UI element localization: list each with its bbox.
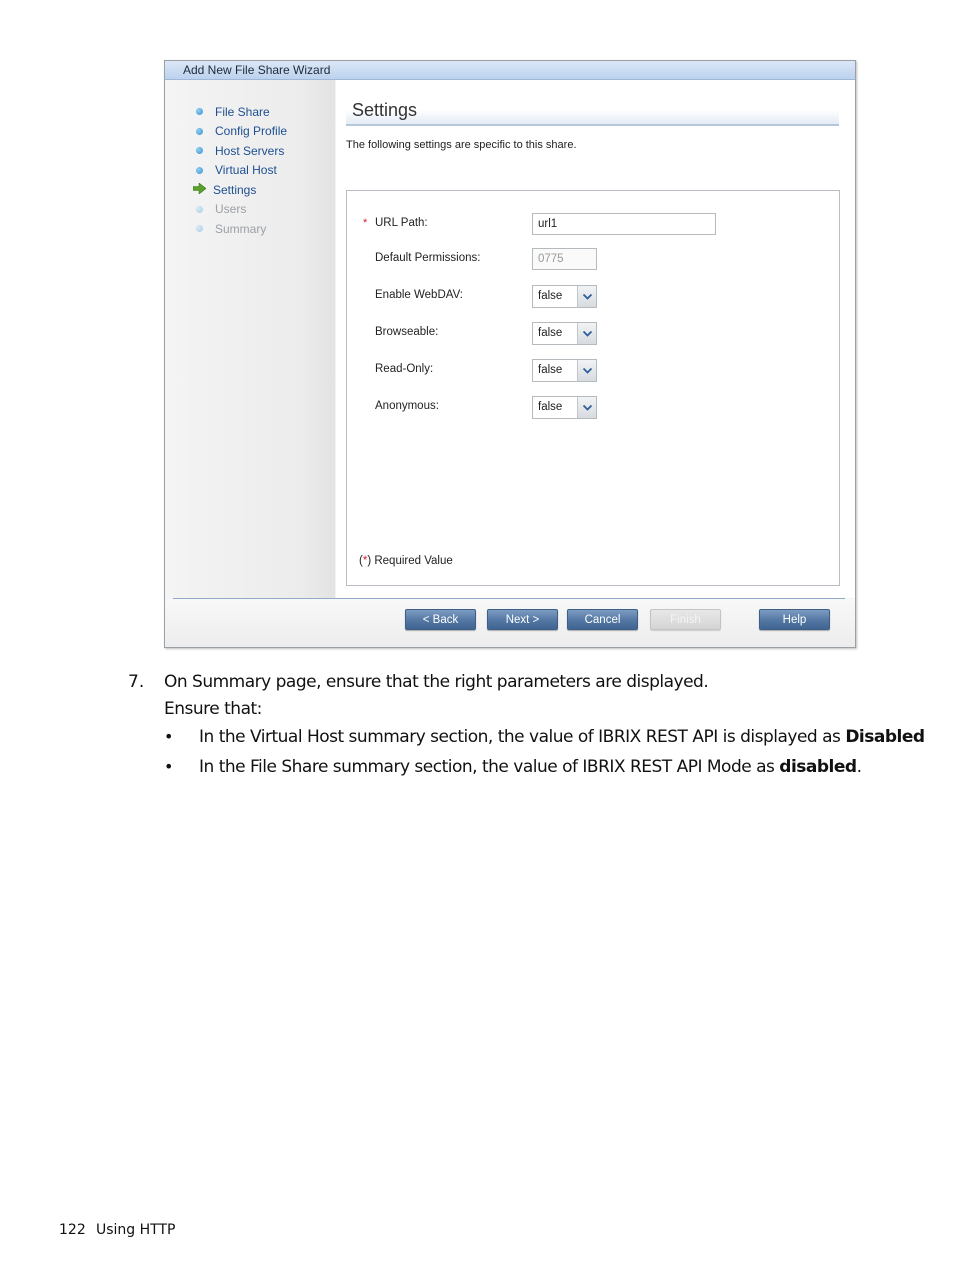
bullet-bold-value: Disabled — [845, 727, 925, 747]
nav-step-label: Host Servers — [215, 143, 285, 158]
bullet-icon: • — [164, 727, 174, 746]
page-footer-title: Using HTTP — [96, 1222, 176, 1238]
url-path-label: URL Path: — [375, 217, 428, 229]
bullet-item: In the File Share summary section, the v… — [199, 757, 862, 777]
finish-button[interactable]: Finish — [650, 609, 721, 630]
settings-form: * URL Path: Default Permissions: Enable … — [346, 190, 840, 586]
chevron-down-icon[interactable] — [577, 286, 596, 307]
enable-webdav-label: Enable WebDAV: — [375, 289, 464, 301]
enable-webdav-row: Enable WebDAV: false — [347, 285, 839, 309]
help-button[interactable]: Help — [759, 609, 830, 630]
nav-step-host-servers[interactable]: Host Servers — [193, 141, 287, 161]
nav-step-label: Config Profile — [215, 124, 288, 139]
browseable-select[interactable]: false — [532, 322, 597, 345]
required-marker: * — [363, 217, 368, 229]
step-number: 7. — [128, 672, 145, 692]
bullet-icon — [196, 127, 203, 135]
nav-step-file-share[interactable]: File Share — [193, 102, 287, 122]
nav-step-label: Users — [215, 202, 247, 217]
bullet-icon — [196, 166, 203, 174]
required-note-suffix: ) Required Value — [367, 555, 453, 567]
select-value: false — [538, 290, 563, 302]
bullet-bold-value: disabled — [779, 757, 857, 777]
nav-step-settings[interactable]: Settings — [192, 180, 287, 200]
nav-step-summary[interactable]: Summary — [193, 219, 287, 239]
back-button[interactable]: < Back — [405, 609, 476, 630]
bullet-text: In the Virtual Host summary section, the… — [199, 727, 846, 747]
bullet-item: In the Virtual Host summary section, the… — [199, 727, 925, 747]
url-path-input[interactable] — [532, 213, 716, 235]
bullet-icon — [196, 147, 203, 155]
page-number: 122 — [59, 1222, 86, 1238]
wizard-button-bar: < Back Next > Cancel Finish Help — [165, 599, 855, 647]
required-value-note: (*) Required Value — [359, 555, 453, 567]
nav-step-label: Settings — [213, 182, 257, 197]
wizard-step-nav: File Share Config Profile Host Servers V… — [165, 80, 335, 598]
step-text: On Summary page, ensure that the right p… — [164, 672, 709, 692]
default-permissions-input[interactable] — [532, 248, 597, 270]
wizard-title: Add New File Share Wizard — [183, 63, 331, 77]
anonymous-select[interactable]: false — [532, 396, 597, 419]
select-value: false — [538, 401, 563, 413]
url-path-row: * URL Path: — [347, 213, 839, 237]
section-title: Settings — [352, 100, 418, 120]
bullet-tail: . — [856, 757, 862, 777]
bullet-icon — [196, 205, 203, 213]
chevron-down-icon[interactable] — [577, 360, 596, 381]
anonymous-label: Anonymous: — [375, 400, 439, 412]
ensure-text: Ensure that: — [164, 699, 262, 719]
enable-webdav-select[interactable]: false — [532, 285, 597, 308]
default-permissions-row: Default Permissions: — [347, 248, 839, 272]
wizard-content: Settings The following settings are spec… — [336, 80, 855, 598]
nav-step-label: File Share — [215, 104, 270, 119]
chevron-down-icon[interactable] — [577, 397, 596, 418]
anonymous-row: Anonymous: false — [347, 396, 839, 420]
chevron-down-icon[interactable] — [577, 323, 596, 344]
bullet-icon — [196, 225, 203, 233]
browseable-row: Browseable: false — [347, 322, 839, 346]
browseable-label: Browseable: — [375, 326, 439, 338]
arrow-right-icon — [192, 182, 207, 196]
read-only-label: Read-Only: — [375, 363, 434, 375]
wizard-titlebar: Add New File Share Wizard — [165, 61, 855, 80]
read-only-row: Read-Only: false — [347, 359, 839, 383]
select-value: false — [538, 327, 563, 339]
section-description: The following settings are specific to t… — [346, 139, 577, 151]
nav-step-users[interactable]: Users — [193, 200, 287, 220]
add-file-share-wizard: Add New File Share Wizard File Share Con… — [164, 60, 856, 648]
nav-step-label: Summary — [215, 221, 267, 236]
read-only-select[interactable]: false — [532, 359, 597, 382]
cancel-button[interactable]: Cancel — [567, 609, 638, 630]
nav-step-label: Virtual Host — [215, 163, 277, 178]
next-button[interactable]: Next > — [487, 609, 558, 630]
bullet-text: In the File Share summary section, the v… — [199, 757, 780, 777]
nav-step-virtual-host[interactable]: Virtual Host — [193, 161, 287, 181]
section-header: Settings — [346, 100, 839, 126]
default-permissions-label: Default Permissions: — [375, 252, 481, 264]
bullet-icon: • — [164, 757, 174, 776]
select-value: false — [538, 364, 563, 376]
nav-step-config-profile[interactable]: Config Profile — [193, 122, 287, 142]
bullet-icon — [196, 108, 203, 116]
